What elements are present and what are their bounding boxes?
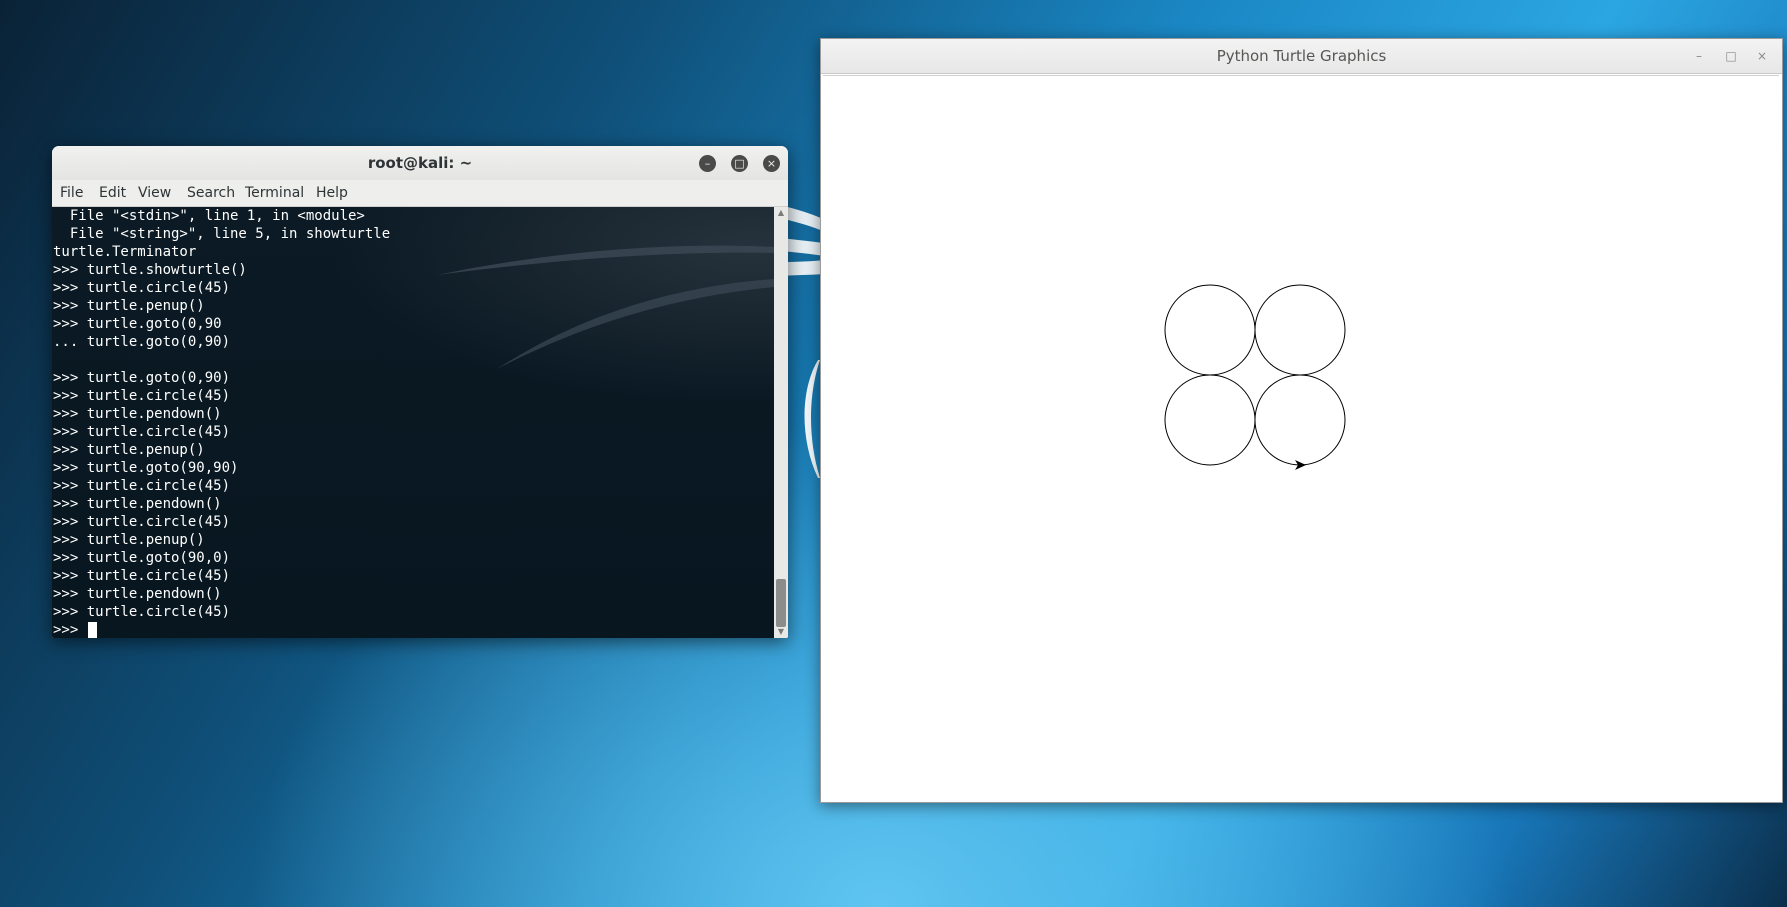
terminal-line: turtle.Terminator [53, 244, 197, 260]
terminal-scrollbar[interactable]: ▲ ▼ [774, 207, 788, 638]
turtle-circle [1254, 284, 1346, 376]
terminal-title: root@kali: ~ [367, 154, 473, 172]
terminal-prompt-line: >>> [53, 622, 87, 638]
turtle-drawing [1164, 284, 1346, 470]
terminal-line: >>> turtle.showturtle() [53, 262, 247, 278]
terminal-menubar: File Edit View Search Terminal Help [52, 180, 788, 207]
scroll-up-arrow-icon[interactable]: ▲ [774, 207, 788, 219]
turtle-circle [1164, 374, 1256, 466]
text-cursor [88, 622, 97, 638]
terminal-line: >>> turtle.circle(45) [53, 388, 231, 404]
terminal-line: >>> turtle.circle(45) [53, 604, 231, 620]
turtle-canvas[interactable] [823, 75, 1779, 800]
terminal-window[interactable]: root@kali: ~ – □ × File Edit View Search… [52, 146, 788, 638]
terminal-line: >>> turtle.pendown() [53, 406, 222, 422]
terminal-output[interactable]: File "<stdin>", line 1, in <module> File… [52, 207, 774, 638]
terminal-line: >>> turtle.circle(45) [53, 478, 231, 494]
turtle-titlebar[interactable]: Python Turtle Graphics – □ × [821, 39, 1782, 74]
menu-search[interactable]: Search [187, 180, 235, 206]
menu-view[interactable]: View [138, 180, 171, 206]
terminal-line: >>> turtle.circle(45) [53, 514, 231, 530]
menu-edit[interactable]: Edit [99, 180, 126, 206]
menu-help[interactable]: Help [316, 180, 348, 206]
scroll-down-arrow-icon[interactable]: ▼ [774, 626, 788, 638]
terminal-line: File "<stdin>", line 1, in <module> [53, 208, 365, 224]
terminal-line: >>> turtle.goto(0,90 [53, 316, 222, 332]
turtle-window-title: Python Turtle Graphics [1216, 47, 1387, 65]
menu-terminal[interactable]: Terminal [245, 180, 304, 206]
close-button[interactable]: × [763, 155, 780, 172]
scrollbar-thumb[interactable] [776, 579, 786, 627]
terminal-line: >>> turtle.penup() [53, 532, 205, 548]
close-button[interactable]: × [1754, 48, 1770, 64]
terminal-line: >>> turtle.goto(90,0) [53, 550, 231, 566]
maximize-button[interactable]: □ [1723, 48, 1739, 64]
minimize-button[interactable]: – [699, 155, 716, 172]
terminal-line: ... turtle.goto(0,90) [53, 334, 231, 350]
terminal-line: >>> turtle.goto(90,90) [53, 460, 239, 476]
minimize-button[interactable]: – [1691, 48, 1707, 64]
terminal-line: >>> turtle.penup() [53, 442, 205, 458]
terminal-line: >>> turtle.pendown() [53, 496, 222, 512]
terminal-line: >>> turtle.circle(45) [53, 280, 231, 296]
maximize-button[interactable]: □ [731, 155, 748, 172]
terminal-titlebar[interactable]: root@kali: ~ – □ × [52, 146, 788, 180]
terminal-line: >>> turtle.pendown() [53, 586, 222, 602]
terminal-line: File "<string>", line 5, in showturtle [53, 226, 391, 242]
terminal-line: >>> turtle.penup() [53, 298, 205, 314]
terminal-line: >>> turtle.circle(45) [53, 424, 231, 440]
turtle-circle [1254, 374, 1346, 466]
terminal-line: >>> turtle.circle(45) [53, 568, 231, 584]
terminal-line: >>> turtle.goto(0,90) [53, 370, 231, 386]
turtle-circle [1164, 284, 1256, 376]
menu-file[interactable]: File [60, 180, 83, 206]
turtle-graphics-window[interactable]: Python Turtle Graphics – □ × [820, 38, 1783, 803]
